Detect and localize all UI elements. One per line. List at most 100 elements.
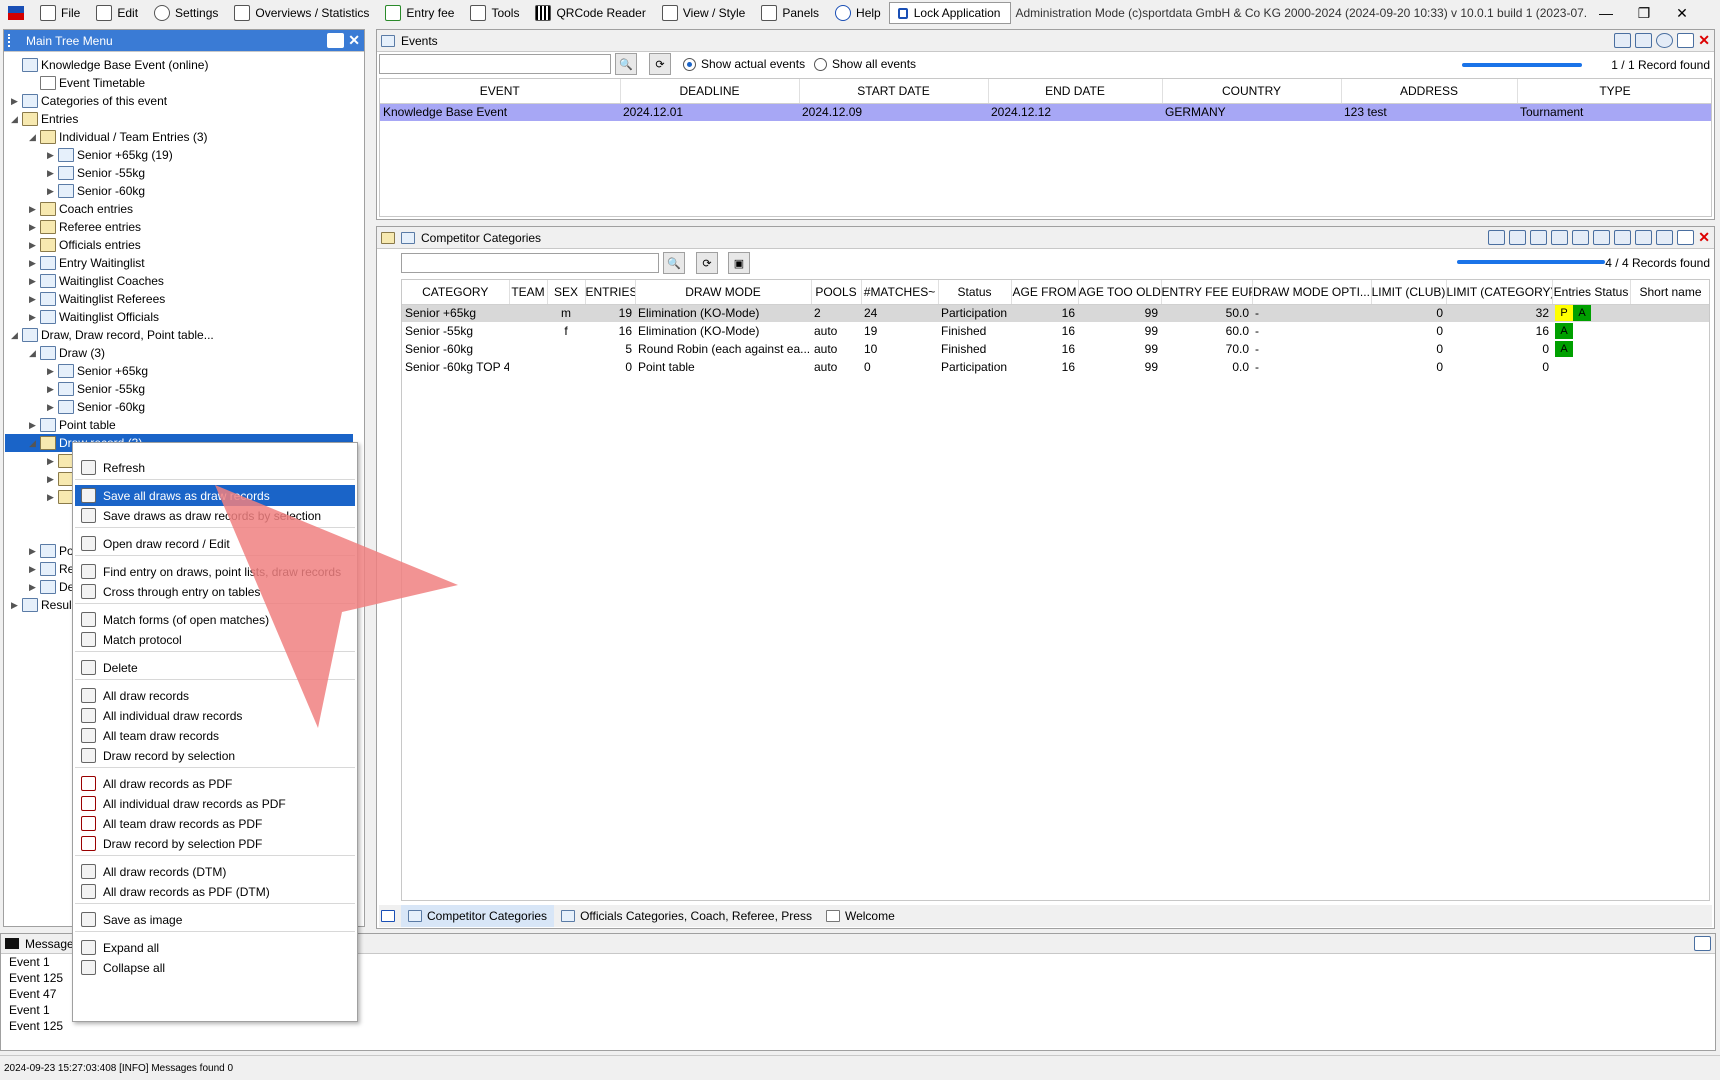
search-icon[interactable]: 🔍 [615,53,637,75]
expand-arrow-icon[interactable]: ▶ [45,168,56,179]
collapse-arrow-icon[interactable]: ◢ [9,330,20,341]
menu-edit[interactable]: Edit [88,0,146,26]
expand-arrow-icon[interactable]: ▶ [45,150,56,161]
column-header[interactable]: POOLS [811,280,862,305]
menu-item-collapse-all[interactable]: Collapse all [75,957,355,978]
menu-item-all-individual-draw-records-pdf[interactable]: All individual draw records as PDF [75,793,355,814]
tree-item[interactable]: ▶ Waitinglist Officials [5,308,159,326]
expand-arrow-icon[interactable]: ▶ [27,222,38,233]
tree-item[interactable]: ▶ Senior -55kg [5,380,145,398]
column-header[interactable]: TYPE [1517,79,1711,104]
expand-arrow-icon[interactable]: ▶ [45,366,56,377]
tree-item[interactable]: ◢ Entries [5,110,78,128]
menu-item-all-draw-records-pdf-dtm[interactable]: All draw records as PDF (DTM) [75,881,355,902]
column-header[interactable]: LIMIT (CLUB) [1371,280,1447,305]
column-header[interactable]: TEAM [509,280,548,305]
tree-item[interactable]: ◢ Draw, Draw record, Point table... [5,326,214,344]
menu-item-expand-all[interactable]: Expand all [75,937,355,958]
column-header[interactable]: AGE FROM [1011,280,1079,305]
column-header[interactable]: ENTRY FEE EUR [1161,280,1253,305]
tree-item[interactable]: ◢ Draw (3) [5,344,105,362]
menu-item-draw-record-by-selection[interactable]: Draw record by selection [75,745,355,766]
expand-arrow-icon[interactable]: ▶ [45,186,56,197]
menu-file[interactable]: File [32,0,88,26]
column-header[interactable]: Status [938,280,1012,305]
menu-overviews[interactable]: Overviews / Statistics [226,0,377,26]
list-icon[interactable] [1530,230,1548,245]
collapse-arrow-icon[interactable]: ◢ [27,132,38,143]
tree-item[interactable]: ▶ Categories of this event [5,92,167,110]
tree-item[interactable]: ▶ [5,488,77,506]
refresh-icon[interactable]: ⟳ [696,252,718,274]
collapse-arrow-icon[interactable]: ◢ [27,438,38,449]
column-header[interactable]: DRAW MODE [635,280,812,305]
column-header[interactable]: CATEGORY [402,280,510,305]
tree-item[interactable]: Event Timetable [5,74,145,92]
menu-item-refresh[interactable]: Refresh [75,457,355,478]
tab-welcome[interactable]: Welcome [819,905,902,927]
columns-icon[interactable] [1614,230,1632,245]
menu-item-draw-record-by-selection-pdf[interactable]: Draw record by selection PDF [75,833,355,854]
menu-item-all-individual-draw-records[interactable]: All individual draw records [75,705,355,726]
column-header[interactable]: Short name [1630,280,1709,305]
expand-arrow-icon[interactable]: ▶ [27,582,38,593]
search-icon[interactable]: 🔍 [663,252,685,274]
collapse-arrow-icon[interactable]: ◢ [9,114,20,125]
menu-item-delete[interactable]: Delete [75,657,355,678]
table-icon[interactable] [1593,230,1611,245]
expand-arrow-icon[interactable]: ▶ [45,402,56,413]
maximize-panel-icon[interactable] [1677,230,1695,245]
menu-item-match-forms[interactable]: Match forms (of open matches) [75,609,355,630]
undock-icon[interactable] [381,231,395,244]
collapse-arrow-icon[interactable]: ◢ [27,348,38,359]
grid-icon[interactable] [1656,230,1674,245]
maximize-panel-icon[interactable] [1677,33,1695,48]
tree-item[interactable]: ▶ Resul [5,596,72,614]
maximize-icon[interactable]: ❐ [1625,5,1663,22]
expand-arrow-icon[interactable]: ▶ [45,456,56,467]
maximize-panel-icon[interactable] [327,33,345,48]
draw-icon[interactable] [1635,230,1653,245]
close-panel-icon[interactable]: ✕ [1698,229,1710,246]
column-header[interactable]: START DATE [799,79,989,104]
events-search-input[interactable] [379,54,611,74]
column-header[interactable]: AGE TOO OLD [1078,280,1162,305]
expand-arrow-icon[interactable]: ▶ [27,546,38,557]
export-icon[interactable] [1488,230,1506,245]
menu-item-save-all-draws[interactable]: Save all draws as draw records [75,485,355,506]
column-header[interactable]: EVENT [380,79,621,104]
menu-item-all-team-draw-records[interactable]: All team draw records [75,725,355,746]
column-header[interactable]: COUNTRY [1162,79,1342,104]
tree-item[interactable]: ▶ Coach entries [5,200,133,218]
tree-item[interactable]: ▶ De [5,578,74,596]
expand-arrow-icon[interactable]: ▶ [27,258,38,269]
show-all-events-radio[interactable]: Show all events [814,57,916,71]
menu-help[interactable]: Help [827,0,889,26]
menu-qrcode[interactable]: QRCode Reader [527,0,653,26]
save-icon[interactable]: ▣ [728,252,750,274]
tree-item[interactable]: Knowledge Base Event (online) [5,56,208,74]
refresh-icon[interactable]: ⟳ [649,53,671,75]
print-icon[interactable] [1635,33,1653,48]
menu-item-find-entry[interactable]: Find entry on draws, point lists, draw r… [75,561,355,582]
expand-arrow-icon[interactable]: ▶ [45,384,56,395]
categories-search-input[interactable] [401,253,659,273]
expand-arrow-icon[interactable]: ▶ [45,492,56,503]
tree-item[interactable]: ▶ Waitinglist Referees [5,290,165,308]
expand-arrow-icon[interactable]: ▶ [27,240,38,251]
category-edit-icon[interactable] [1572,230,1590,245]
tree-item[interactable]: ▶ Point table [5,416,116,434]
close-panel-icon[interactable]: ✕ [1698,32,1710,49]
menu-tools[interactable]: Tools [462,0,527,26]
table-row[interactable]: Senior +65kg m 19 Elimination (KO-Mode) 2 24 P… [402,304,1709,322]
close-panel-icon[interactable]: ✕ [348,32,360,49]
menu-entry-fee[interactable]: Entry fee [377,0,462,26]
panel-restore-icon[interactable] [381,910,395,922]
tree-item[interactable]: ▶ Officials entries [5,236,141,254]
tab-competitor-categories[interactable]: Competitor Categories [401,905,555,927]
menu-item-all-team-draw-records-pdf[interactable]: All team draw records as PDF [75,813,355,834]
expand-arrow-icon[interactable]: ▶ [27,420,38,431]
tree-item[interactable]: ◢ Individual / Team Entries (3) [5,128,208,146]
lock-application-button[interactable]: Lock Application [888,2,1012,24]
expand-arrow-icon[interactable]: ▶ [9,600,20,611]
